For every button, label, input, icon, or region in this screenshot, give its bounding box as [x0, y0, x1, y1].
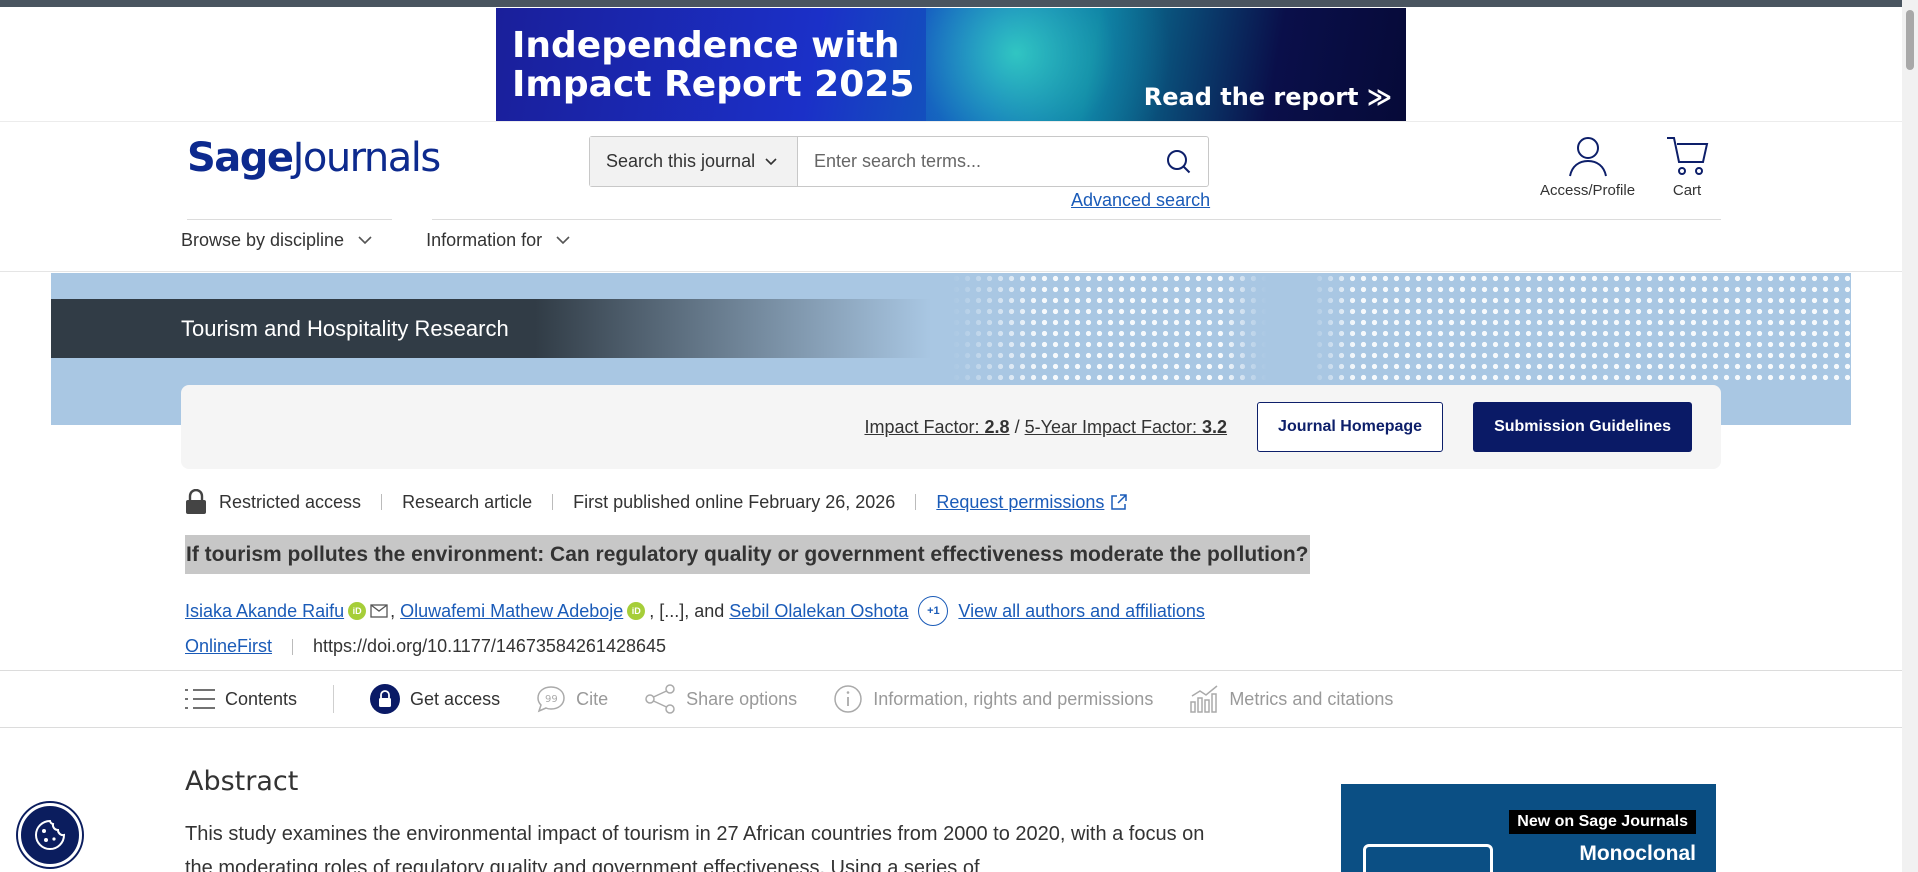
- lock-icon: [186, 489, 206, 514]
- tab-contents-label: Contents: [225, 688, 298, 709]
- main-nav: Browse by discipline Information for: [181, 230, 570, 251]
- chevron-down-icon: [765, 157, 777, 165]
- quote-bubble-icon: 99: [537, 686, 565, 713]
- access-status: Restricted access: [219, 491, 362, 512]
- article-tools-bar: Contents Get access 99 Cite Share option…: [0, 670, 1902, 728]
- nav-browse-by-discipline[interactable]: Browse by discipline: [181, 230, 372, 251]
- tab-contents[interactable]: Contents: [185, 687, 297, 711]
- search-scope-label: Search this journal: [606, 151, 756, 171]
- tab-information-rights[interactable]: Information, rights and permissions: [833, 684, 1153, 714]
- tab-metrics-label: Metrics and citations: [1229, 688, 1394, 709]
- tab-get-access-label: Get access: [410, 688, 501, 709]
- tab-share-options[interactable]: Share options: [644, 684, 797, 714]
- five-year-impact-link[interactable]: 5-Year Impact Factor: 3.2: [1025, 417, 1227, 437]
- author-link[interactable]: Sebil Olalekan Oshota: [729, 601, 908, 622]
- abstract-text: This study examines the environmental im…: [185, 823, 1205, 872]
- tab-metrics-citations[interactable]: Metrics and citations: [1189, 684, 1393, 714]
- logo-light-text: Journals: [292, 135, 442, 181]
- more-authors-badge[interactable]: +1: [918, 596, 949, 626]
- nav-browse-label: Browse by discipline: [181, 230, 345, 250]
- site-header: SageJournals Search this journal Advance…: [0, 121, 1918, 272]
- logo-bold-text: Sage: [187, 135, 294, 181]
- doi-row: OnlineFirst https://doi.org/10.1177/1467…: [185, 636, 666, 657]
- request-permissions-label: Request permissions: [936, 491, 1105, 512]
- info-icon: [834, 685, 862, 713]
- request-permissions-link[interactable]: Request permissions: [936, 492, 1128, 513]
- access-profile-label: Access/Profile: [1540, 182, 1636, 199]
- email-icon[interactable]: [370, 604, 388, 618]
- article-type: Research article: [402, 491, 533, 512]
- separator: [381, 494, 383, 510]
- user-tools: Access/Profile Cart: [1540, 134, 1709, 199]
- journal-homepage-button[interactable]: Journal Homepage: [1257, 402, 1444, 452]
- tab-get-access[interactable]: Get access: [370, 684, 500, 714]
- user-icon: [1568, 137, 1607, 177]
- journal-name[interactable]: Tourism and Hospitality Research: [51, 299, 931, 358]
- access-profile-button[interactable]: Access/Profile: [1540, 134, 1635, 199]
- impact-factor-link[interactable]: Impact Factor: 2.8: [864, 417, 1009, 437]
- tab-cite-label: Cite: [576, 688, 609, 709]
- list-icon: [185, 689, 215, 709]
- advanced-search-link[interactable]: Advanced search: [1071, 190, 1210, 211]
- laptop-illustration: [1363, 844, 1493, 872]
- separator: [915, 494, 917, 510]
- tab-separator: [333, 685, 335, 713]
- page-scrollbar[interactable]: [1902, 0, 1918, 872]
- impact-separator: /: [1014, 416, 1020, 437]
- sage-journals-logo[interactable]: SageJournals: [187, 135, 442, 181]
- authors-ellipsis[interactable]: , [...], and: [649, 601, 729, 622]
- ad-banner[interactable]: Independence with Impact Report 2025 Rea…: [496, 8, 1406, 121]
- impact-factor: Impact Factor: 2.8 / 5-Year Impact Facto…: [864, 417, 1227, 438]
- published-date: First published online February 26, 2026: [573, 491, 896, 512]
- nav-divider-gap: [392, 218, 432, 221]
- cart-icon: [1667, 137, 1709, 175]
- submission-guidelines-button[interactable]: Submission Guidelines: [1473, 402, 1692, 452]
- side-ad-subtitle: Monoclonal: [1579, 842, 1696, 865]
- chevron-down-icon: [556, 236, 570, 245]
- cookie-icon: [35, 819, 66, 850]
- nav-information-label: Information for: [426, 230, 543, 250]
- online-first-link[interactable]: OnlineFirst: [185, 636, 272, 657]
- cart-label: Cart: [1672, 182, 1702, 199]
- abstract-heading: Abstract: [185, 766, 299, 797]
- side-ad[interactable]: New on Sage Journals Monoclonal: [1341, 784, 1716, 872]
- nav-information-for[interactable]: Information for: [426, 230, 570, 251]
- article-meta-row: Restricted access Research article First…: [185, 489, 1128, 515]
- tab-information-label: Information, rights and permissions: [873, 688, 1154, 709]
- orcid-icon[interactable]: iD: [627, 602, 646, 620]
- chevron-down-icon: [358, 236, 372, 245]
- article-title: If tourism pollutes the environment: Can…: [185, 535, 1310, 574]
- search-input[interactable]: [798, 137, 1150, 186]
- search-scope-dropdown[interactable]: Search this journal: [590, 137, 798, 186]
- author-link[interactable]: Oluwafemi Mathew Adeboje: [400, 601, 623, 622]
- tab-share-label: Share options: [686, 688, 798, 709]
- lock-icon: [370, 684, 401, 714]
- browser-top-strip: [0, 0, 1918, 7]
- cookie-settings-button[interactable]: [18, 803, 82, 867]
- authors-row: Isiaka Akande Raifu iD , Oluwafemi Mathe…: [185, 596, 1205, 626]
- cart-button[interactable]: Cart: [1665, 134, 1709, 199]
- journal-metrics-card: Impact Factor: 2.8 / 5-Year Impact Facto…: [181, 385, 1721, 469]
- author-link[interactable]: Isiaka Akande Raifu: [185, 601, 344, 622]
- separator: [292, 638, 294, 655]
- author-separator: ,: [390, 600, 401, 621]
- world-map-decoration: [951, 273, 1851, 383]
- ad-title: Independence with Impact Report 2025: [512, 25, 915, 105]
- svg-text:99: 99: [545, 694, 558, 705]
- share-icon: [645, 684, 675, 714]
- bar-chart-icon: [1190, 685, 1218, 713]
- ad-read-report-link[interactable]: Read the report ≫: [1144, 83, 1392, 111]
- side-ad-badge: New on Sage Journals: [1509, 810, 1696, 834]
- orcid-icon[interactable]: iD: [348, 602, 367, 620]
- search-bar: Search this journal: [589, 136, 1209, 187]
- separator: [552, 494, 554, 510]
- tab-cite[interactable]: 99 Cite: [536, 685, 608, 713]
- view-all-authors-link[interactable]: View all authors and affiliations: [958, 601, 1205, 622]
- external-link-icon: [1111, 494, 1128, 510]
- scrollbar-thumb[interactable]: [1906, 10, 1914, 70]
- search-icon: [1167, 149, 1191, 173]
- doi-text: https://doi.org/10.1177/1467358426142864…: [313, 636, 667, 656]
- search-button[interactable]: [1150, 137, 1208, 186]
